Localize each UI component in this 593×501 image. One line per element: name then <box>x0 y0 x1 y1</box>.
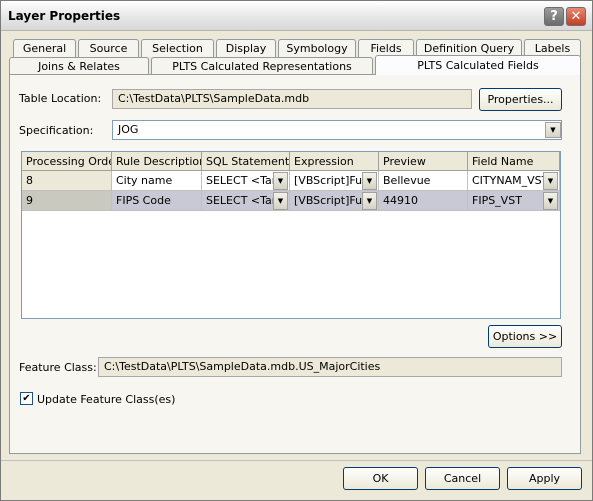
cell-processing-order[interactable]: 9 <box>22 191 112 211</box>
field-name-dropdown-arrow-icon[interactable]: ▼ <box>543 192 558 210</box>
apply-button[interactable]: Apply <box>507 467 582 490</box>
cell-processing-order[interactable]: 8 <box>22 171 112 191</box>
feature-class-label: Feature Class: <box>19 361 97 374</box>
properties-button[interactable]: Properties... <box>479 88 562 111</box>
column-header-preview[interactable]: Preview <box>379 152 468 171</box>
dropdown-arrow-icon[interactable]: ▼ <box>545 122 561 138</box>
update-feature-class-checkbox[interactable]: ✔ <box>20 392 33 405</box>
tab-plts-calculated-representations[interactable]: PLTS Calculated Representations <box>151 57 373 75</box>
help-button[interactable]: ? <box>544 7 564 26</box>
update-feature-class-label: Update Feature Class(es) <box>37 393 176 406</box>
cell-preview[interactable]: Bellevue <box>379 171 468 191</box>
sql-dropdown-arrow-icon[interactable]: ▼ <box>273 192 288 210</box>
cancel-button[interactable]: Cancel <box>425 467 500 490</box>
specification-value: JOG <box>118 123 139 136</box>
column-header-field-name[interactable]: Field Name <box>468 152 560 171</box>
ok-button[interactable]: OK <box>343 467 418 490</box>
table-location-label: Table Location: <box>19 92 102 105</box>
cell-preview[interactable]: 44910 <box>379 191 468 211</box>
tab-symbology[interactable]: Symbology <box>278 39 356 57</box>
sql-dropdown-arrow-icon[interactable]: ▼ <box>273 172 288 190</box>
cell-rule-description[interactable]: City name <box>112 171 202 191</box>
tab-source[interactable]: Source <box>78 39 139 57</box>
close-button[interactable]: ✕ <box>566 7 586 26</box>
column-header-expression[interactable]: Expression <box>290 152 379 171</box>
expression-dropdown-arrow-icon[interactable]: ▼ <box>362 192 377 210</box>
feature-class-field: C:\TestData\PLTS\SampleData.mdb.US_Major… <box>98 357 562 377</box>
tab-plts-calculated-fields[interactable]: PLTS Calculated Fields <box>375 55 581 75</box>
footer-divider <box>1 460 592 461</box>
calculated-fields-grid: Processing Order Rule Description SQL St… <box>21 151 561 319</box>
tab-display[interactable]: Display <box>216 39 276 57</box>
window-title: Layer Properties <box>8 9 121 23</box>
table-location-field: C:\TestData\PLTS\SampleData.mdb <box>112 89 472 109</box>
tab-general[interactable]: General <box>13 39 76 57</box>
field-name-dropdown-arrow-icon[interactable]: ▼ <box>543 172 558 190</box>
column-header-rule-description[interactable]: Rule Description <box>112 152 202 171</box>
cell-rule-description[interactable]: FIPS Code <box>112 191 202 211</box>
specification-label: Specification: <box>19 124 94 137</box>
title-bar[interactable]: Layer Properties ? ✕ <box>1 1 592 31</box>
tab-joins-relates[interactable]: Joins & Relates <box>9 57 149 75</box>
layer-properties-window: Layer Properties ? ✕ General Source Sele… <box>0 0 593 501</box>
column-header-processing-order[interactable]: Processing Order <box>22 152 112 171</box>
tab-selection[interactable]: Selection <box>141 39 214 57</box>
column-header-sql-statement[interactable]: SQL Statement <box>202 152 290 171</box>
specification-dropdown[interactable]: JOG <box>112 120 562 140</box>
expression-dropdown-arrow-icon[interactable]: ▼ <box>362 172 377 190</box>
options-button[interactable]: Options >> <box>488 325 562 348</box>
